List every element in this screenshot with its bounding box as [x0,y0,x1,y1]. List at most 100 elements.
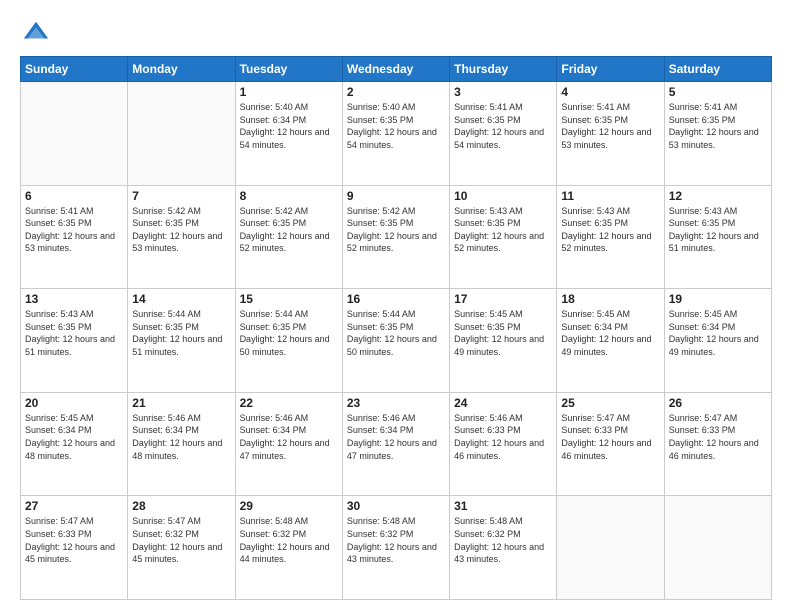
day-number: 2 [347,85,445,99]
cell-sun-info: Sunrise: 5:47 AMSunset: 6:33 PMDaylight:… [561,412,659,462]
cell-sun-info: Sunrise: 5:48 AMSunset: 6:32 PMDaylight:… [240,515,338,565]
calendar-cell: 12 Sunrise: 5:43 AMSunset: 6:35 PMDayligh… [664,185,771,289]
calendar-cell [128,82,235,186]
day-number: 9 [347,189,445,203]
calendar-cell: 21 Sunrise: 5:46 AMSunset: 6:34 PMDayligh… [128,392,235,496]
calendar-cell: 29 Sunrise: 5:48 AMSunset: 6:32 PMDayligh… [235,496,342,600]
calendar-cell: 27Sunrise: 5:47 AMSunset: 6:33 PMDayligh… [21,496,128,600]
day-number: 25 [561,396,659,410]
cell-sun-info: Sunrise: 5:47 AMSunset: 6:32 PMDaylight:… [132,515,230,565]
cell-sun-info: Sunrise: 5:44 AMSunset: 6:35 PMDaylight:… [347,308,445,358]
calendar-cell: 31Sunrise: 5:48 AMSunset: 6:32 PMDayligh… [450,496,557,600]
calendar-cell: 11 Sunrise: 5:43 AMSunset: 6:35 PMDayligh… [557,185,664,289]
calendar-week-row: 1 Sunrise: 5:40 AMSunset: 6:34 PMDaylight… [21,82,772,186]
day-header: Wednesday [342,57,449,82]
calendar-week-row: 6 Sunrise: 5:41 AMSunset: 6:35 PMDaylight… [21,185,772,289]
cell-sun-info: Sunrise: 5:45 AMSunset: 6:34 PMDaylight:… [561,308,659,358]
day-header: Friday [557,57,664,82]
calendar-cell: 10 Sunrise: 5:43 AMSunset: 6:35 PMDayligh… [450,185,557,289]
calendar-cell: 1 Sunrise: 5:40 AMSunset: 6:34 PMDaylight… [235,82,342,186]
day-header: Saturday [664,57,771,82]
calendar-cell: 15 Sunrise: 5:44 AMSunset: 6:35 PMDayligh… [235,289,342,393]
cell-sun-info: Sunrise: 5:43 AMSunset: 6:35 PMDaylight:… [561,205,659,255]
calendar-cell: 18 Sunrise: 5:45 AMSunset: 6:34 PMDayligh… [557,289,664,393]
cell-sun-info: Sunrise: 5:42 AMSunset: 6:35 PMDaylight:… [240,205,338,255]
day-number: 29 [240,499,338,513]
day-number: 6 [25,189,123,203]
day-number: 10 [454,189,552,203]
calendar-week-row: 20 Sunrise: 5:45 AMSunset: 6:34 PMDayligh… [21,392,772,496]
calendar-cell: 14Sunrise: 5:44 AMSunset: 6:35 PMDayligh… [128,289,235,393]
calendar-cell: 3 Sunrise: 5:41 AMSunset: 6:35 PMDaylight… [450,82,557,186]
cell-sun-info: Sunrise: 5:40 AMSunset: 6:35 PMDaylight:… [347,101,445,151]
day-number: 15 [240,292,338,306]
calendar-week-row: 27Sunrise: 5:47 AMSunset: 6:33 PMDayligh… [21,496,772,600]
calendar-cell: 24 Sunrise: 5:46 AMSunset: 6:33 PMDayligh… [450,392,557,496]
cell-sun-info: Sunrise: 5:41 AMSunset: 6:35 PMDaylight:… [454,101,552,151]
day-header: Monday [128,57,235,82]
cell-sun-info: Sunrise: 5:47 AMSunset: 6:33 PMDaylight:… [25,515,123,565]
calendar-cell: 13 Sunrise: 5:43 AMSunset: 6:35 PMDayligh… [21,289,128,393]
day-number: 24 [454,396,552,410]
calendar-week-row: 13 Sunrise: 5:43 AMSunset: 6:35 PMDayligh… [21,289,772,393]
cell-sun-info: Sunrise: 5:40 AMSunset: 6:34 PMDaylight:… [240,101,338,151]
cell-sun-info: Sunrise: 5:43 AMSunset: 6:35 PMDaylight:… [669,205,767,255]
calendar-cell: 7 Sunrise: 5:42 AMSunset: 6:35 PMDaylight… [128,185,235,289]
calendar-cell: 16 Sunrise: 5:44 AMSunset: 6:35 PMDayligh… [342,289,449,393]
day-number: 5 [669,85,767,99]
calendar-cell [664,496,771,600]
calendar-cell [557,496,664,600]
cell-sun-info: Sunrise: 5:42 AMSunset: 6:35 PMDaylight:… [347,205,445,255]
day-number: 21 [132,396,230,410]
cell-sun-info: Sunrise: 5:46 AMSunset: 6:33 PMDaylight:… [454,412,552,462]
day-number: 7 [132,189,230,203]
header-row: SundayMondayTuesdayWednesdayThursdayFrid… [21,57,772,82]
calendar-cell: 30Sunrise: 5:48 AMSunset: 6:32 PMDayligh… [342,496,449,600]
cell-sun-info: Sunrise: 5:46 AMSunset: 6:34 PMDaylight:… [132,412,230,462]
day-number: 1 [240,85,338,99]
cell-sun-info: Sunrise: 5:44 AMSunset: 6:35 PMDaylight:… [132,308,230,358]
day-number: 28 [132,499,230,513]
day-number: 3 [454,85,552,99]
logo [20,18,54,46]
cell-sun-info: Sunrise: 5:45 AMSunset: 6:34 PMDaylight:… [25,412,123,462]
cell-sun-info: Sunrise: 5:46 AMSunset: 6:34 PMDaylight:… [347,412,445,462]
header [20,18,772,46]
day-number: 30 [347,499,445,513]
calendar-cell [21,82,128,186]
day-number: 12 [669,189,767,203]
day-number: 11 [561,189,659,203]
cell-sun-info: Sunrise: 5:43 AMSunset: 6:35 PMDaylight:… [25,308,123,358]
calendar-table: SundayMondayTuesdayWednesdayThursdayFrid… [20,56,772,600]
calendar-cell: 5 Sunrise: 5:41 AMSunset: 6:35 PMDaylight… [664,82,771,186]
cell-sun-info: Sunrise: 5:46 AMSunset: 6:34 PMDaylight:… [240,412,338,462]
cell-sun-info: Sunrise: 5:41 AMSunset: 6:35 PMDaylight:… [561,101,659,151]
day-header: Tuesday [235,57,342,82]
calendar-cell: 4 Sunrise: 5:41 AMSunset: 6:35 PMDaylight… [557,82,664,186]
calendar-cell: 8 Sunrise: 5:42 AMSunset: 6:35 PMDaylight… [235,185,342,289]
calendar-cell: 28 Sunrise: 5:47 AMSunset: 6:32 PMDayligh… [128,496,235,600]
day-number: 22 [240,396,338,410]
day-number: 13 [25,292,123,306]
cell-sun-info: Sunrise: 5:43 AMSunset: 6:35 PMDaylight:… [454,205,552,255]
calendar-cell: 6 Sunrise: 5:41 AMSunset: 6:35 PMDaylight… [21,185,128,289]
calendar-cell: 20 Sunrise: 5:45 AMSunset: 6:34 PMDayligh… [21,392,128,496]
calendar-cell: 9 Sunrise: 5:42 AMSunset: 6:35 PMDaylight… [342,185,449,289]
day-number: 20 [25,396,123,410]
calendar-cell: 19 Sunrise: 5:45 AMSunset: 6:34 PMDayligh… [664,289,771,393]
day-number: 18 [561,292,659,306]
cell-sun-info: Sunrise: 5:41 AMSunset: 6:35 PMDaylight:… [669,101,767,151]
day-number: 4 [561,85,659,99]
cell-sun-info: Sunrise: 5:45 AMSunset: 6:34 PMDaylight:… [669,308,767,358]
day-number: 26 [669,396,767,410]
cell-sun-info: Sunrise: 5:44 AMSunset: 6:35 PMDaylight:… [240,308,338,358]
cell-sun-info: Sunrise: 5:41 AMSunset: 6:35 PMDaylight:… [25,205,123,255]
day-number: 19 [669,292,767,306]
day-number: 8 [240,189,338,203]
cell-sun-info: Sunrise: 5:48 AMSunset: 6:32 PMDaylight:… [454,515,552,565]
calendar-cell: 23Sunrise: 5:46 AMSunset: 6:34 PMDayligh… [342,392,449,496]
day-number: 16 [347,292,445,306]
cell-sun-info: Sunrise: 5:42 AMSunset: 6:35 PMDaylight:… [132,205,230,255]
day-number: 17 [454,292,552,306]
calendar-cell: 17Sunrise: 5:45 AMSunset: 6:35 PMDayligh… [450,289,557,393]
